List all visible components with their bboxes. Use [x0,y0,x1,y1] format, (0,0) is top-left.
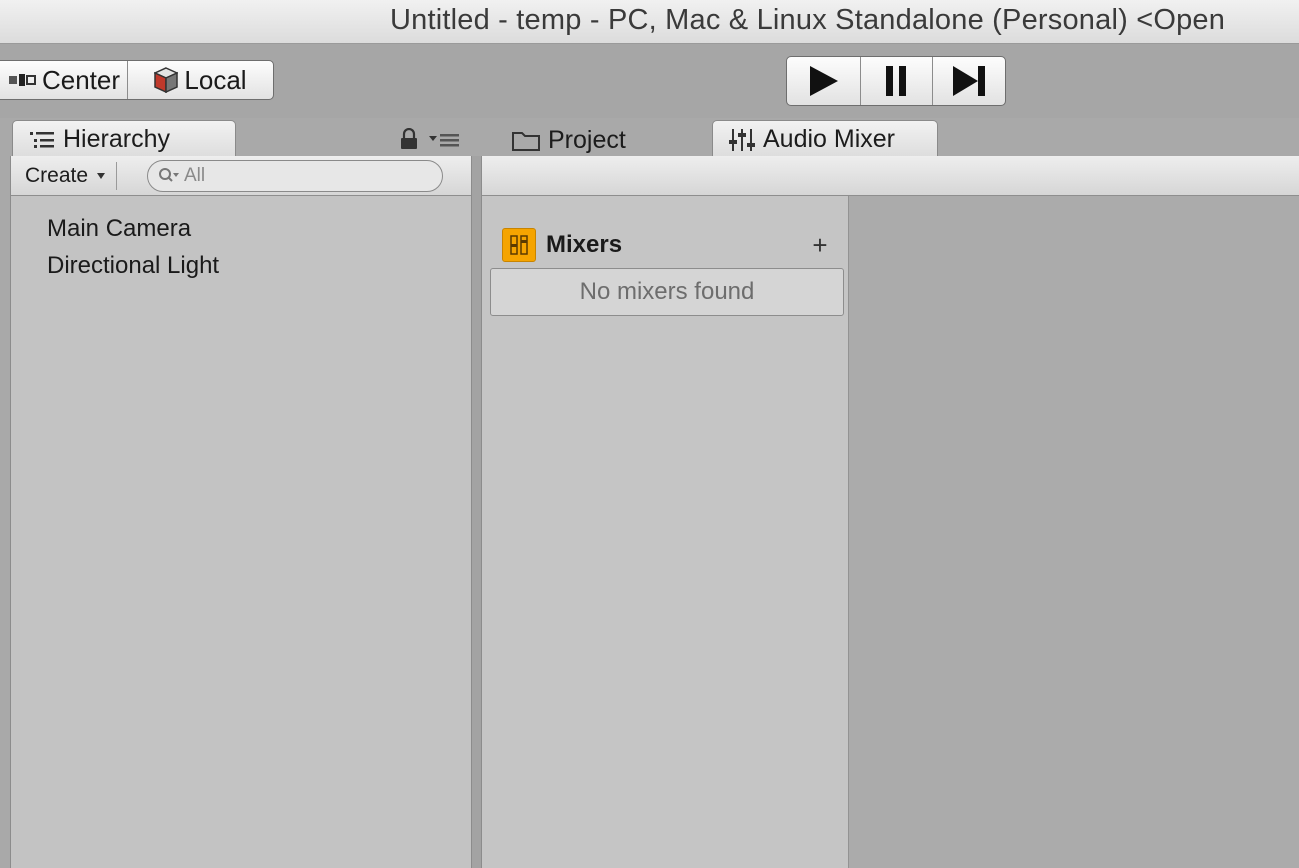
search-icon [159,168,179,182]
hierarchy-toolbar: Create [11,156,471,196]
tab-hierarchy[interactable]: Hierarchy [12,120,236,158]
step-icon [953,66,986,96]
hierarchy-panel: Create Main Camera Directional Light [10,156,472,868]
unity-editor: Untitled - temp - PC, Mac & Linux Standa… [0,0,1299,868]
panel-divider[interactable] [472,156,481,868]
pivot-center-icon [8,74,36,86]
play-icon [810,66,839,96]
create-label: Create [25,164,89,187]
window-title: Untitled - temp - PC, Mac & Linux Standa… [390,4,1226,36]
pivot-local-label: Local [184,64,247,95]
dropdown-arrow-icon [97,173,106,179]
hierarchy-list-icon [30,131,54,148]
toolbar: Center Local [0,44,1299,118]
hierarchy-search[interactable] [147,160,443,192]
tab-hierarchy-label: Hierarchy [63,125,170,153]
mixer-sliders-icon [729,128,755,151]
pause-button[interactable] [859,57,933,105]
step-button[interactable] [932,57,1005,105]
tab-project[interactable]: Project [496,122,696,158]
mixer-asset-icon [502,228,536,262]
pivot-center-label: Center [41,64,121,95]
tab-audio-mixer-label: Audio Mixer [763,125,895,153]
tab-project-label: Project [548,125,626,154]
panel-options [400,128,460,150]
hierarchy-list: Main Camera Directional Light [47,210,219,284]
panel-menu-icon[interactable] [428,130,460,148]
create-dropdown[interactable]: Create [25,162,118,190]
pause-icon [886,66,907,96]
local-cube-icon [154,67,179,93]
search-input[interactable] [184,165,404,187]
lock-icon[interactable] [400,128,418,150]
playback-controls [786,56,1006,106]
folder-icon [512,132,540,151]
audio-mixer-sidebar: Mixers + No mixers found [481,196,849,868]
tab-audio-mixer[interactable]: Audio Mixer [712,120,938,158]
list-item[interactable]: Main Camera [47,210,219,247]
pivot-local-button[interactable]: Local [127,61,273,99]
mixers-header: Mixers + [502,228,832,262]
pivot-center-button[interactable]: Center [0,61,127,99]
add-mixer-button[interactable]: + [808,228,832,262]
empty-mixers-message: No mixers found [490,268,844,316]
title-bar: Untitled - temp - PC, Mac & Linux Standa… [0,0,1299,44]
mixers-title: Mixers [546,231,623,258]
pivot-toggle-group: Center Local [0,60,274,100]
list-item[interactable]: Directional Light [47,247,219,284]
play-button[interactable] [787,57,860,105]
audio-mixer-toolbar [481,156,1299,196]
audio-mixer-canvas [849,196,1299,868]
